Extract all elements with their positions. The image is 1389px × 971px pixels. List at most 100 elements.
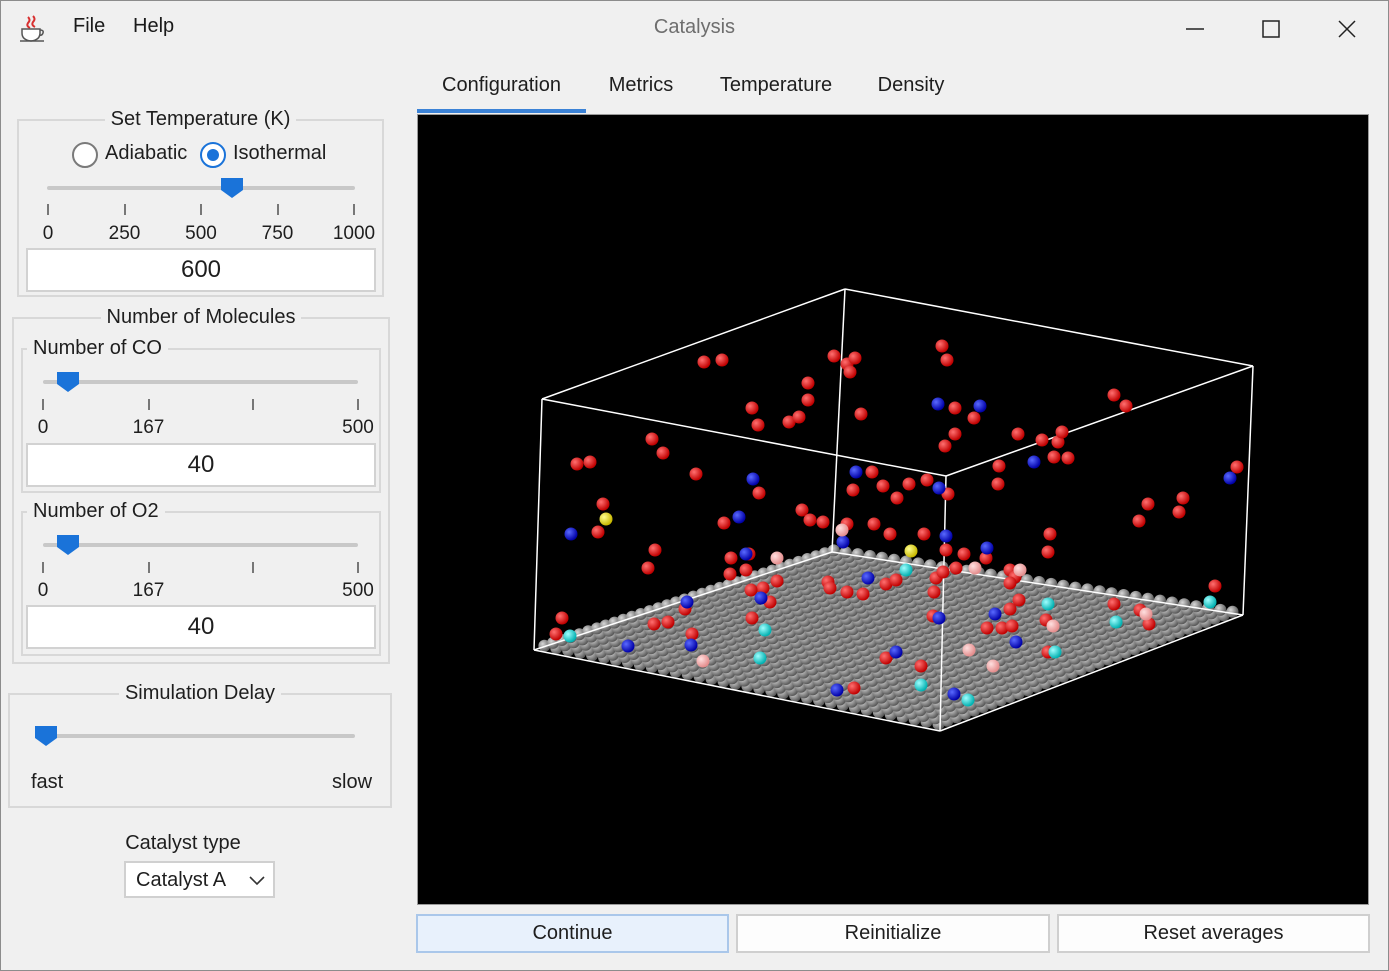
carbon-atom xyxy=(1027,455,1041,469)
surface-atom xyxy=(1141,592,1154,605)
continue-button[interactable]: Continue xyxy=(416,914,729,953)
oxygen-atom xyxy=(854,407,868,421)
adsorbed-atom-pink xyxy=(1046,619,1060,633)
temperature-tick-label: 250 xyxy=(108,223,141,244)
oxygen-atom xyxy=(889,573,903,587)
carbon-atom xyxy=(746,472,760,486)
oxygen-atom xyxy=(902,477,916,491)
reset-averages-button[interactable]: Reset averages xyxy=(1057,914,1370,953)
delay-slider-track[interactable] xyxy=(35,734,355,738)
adiabatic-radio[interactable] xyxy=(72,142,98,168)
co-tick xyxy=(357,399,359,410)
molecules-group-label: Number of Molecules xyxy=(100,306,302,328)
surface-atom xyxy=(984,568,997,581)
oxygen-atom xyxy=(1141,497,1155,511)
surface-atom xyxy=(1021,574,1033,587)
oxygen-atom xyxy=(1119,399,1133,413)
oxygen-atom xyxy=(661,615,675,629)
surface-atom xyxy=(827,544,840,557)
surface-atom xyxy=(912,557,925,570)
adsorbed-atom-cyan xyxy=(758,623,772,637)
temperature-slider-thumb[interactable] xyxy=(220,177,244,199)
co-value-field[interactable]: 40 xyxy=(26,443,376,487)
oxygen-atom xyxy=(596,497,610,511)
tab-temperature[interactable]: Temperature xyxy=(707,73,845,113)
temperature-slider-track[interactable] xyxy=(47,186,355,190)
co-tick xyxy=(252,399,255,410)
carbon-atom xyxy=(830,683,844,697)
surface-atom xyxy=(1166,596,1179,609)
oxygen-atom xyxy=(647,617,661,631)
temperature-value-field[interactable]: 600 xyxy=(26,248,376,292)
o2-tick-label: 167 xyxy=(132,580,165,601)
o2-value-field[interactable]: 40 xyxy=(26,605,376,649)
surface-atom xyxy=(1093,585,1106,598)
oxygen-atom xyxy=(645,432,659,446)
surface-atom xyxy=(1081,583,1094,596)
oxygen-atom xyxy=(1176,491,1190,505)
tab-configuration[interactable]: Configuration xyxy=(417,73,586,113)
oxygen-atom xyxy=(1172,505,1186,519)
catalyst-type-label: Catalyst type xyxy=(125,832,241,854)
menu-file[interactable]: File xyxy=(73,15,105,38)
adsorbed-atom-pink xyxy=(1013,563,1027,577)
oxygen-atom xyxy=(648,543,662,557)
adsorbed-atom-cyan xyxy=(914,678,928,692)
o2-tick xyxy=(42,562,44,573)
adsorbed-atom-pink xyxy=(696,654,710,668)
box-edge xyxy=(831,288,846,553)
close-button[interactable] xyxy=(1310,1,1386,57)
oxygen-atom xyxy=(1055,425,1069,439)
temperature-group-label: Set Temperature (K) xyxy=(104,108,297,130)
surface-atom xyxy=(1214,603,1227,616)
catalyst-selected-value: Catalyst A xyxy=(136,869,227,891)
co-slider-thumb[interactable] xyxy=(56,371,80,393)
carbon-atom xyxy=(684,638,698,652)
carbon-atom xyxy=(980,541,994,555)
tab-density[interactable]: Density xyxy=(865,73,957,113)
oxygen-atom xyxy=(1043,527,1057,541)
simulation-viewport[interactable] xyxy=(417,114,1369,905)
tab-metrics[interactable]: Metrics xyxy=(596,73,686,113)
oxygen-atom xyxy=(848,351,862,365)
co-slider-track[interactable] xyxy=(43,380,358,384)
carbon-atom xyxy=(564,527,578,541)
o2-slider-thumb[interactable] xyxy=(56,534,80,556)
oxygen-atom xyxy=(991,477,1005,491)
temperature-tick-label: 750 xyxy=(261,223,294,244)
chevron-down-icon xyxy=(249,876,265,886)
surface-atom xyxy=(1129,590,1142,603)
maximize-button[interactable] xyxy=(1234,1,1310,57)
co-tick-label: 167 xyxy=(132,417,165,438)
menu-help[interactable]: Help xyxy=(133,15,174,38)
minimize-button[interactable] xyxy=(1158,1,1234,57)
oxygen-atom xyxy=(1132,514,1146,528)
oxygen-atom xyxy=(1230,460,1244,474)
oxygen-atom xyxy=(914,659,928,673)
carbon-atom xyxy=(849,465,863,479)
isothermal-radio[interactable] xyxy=(200,142,226,168)
oxygen-atom xyxy=(927,585,941,599)
surface-atom xyxy=(1045,577,1058,590)
oxygen-atom xyxy=(935,339,949,353)
reinitialize-button[interactable]: Reinitialize xyxy=(736,914,1050,953)
box-edge xyxy=(541,288,846,400)
co-label: Number of CO xyxy=(27,337,168,359)
isothermal-label: Isothermal xyxy=(233,142,327,164)
catalyst-type-select[interactable]: Catalyst A xyxy=(124,861,275,898)
adiabatic-label: Adiabatic xyxy=(105,142,188,164)
adsorbed-atom-cyan xyxy=(961,693,975,707)
oxygen-atom xyxy=(689,467,703,481)
adsorbed-atom-cyan xyxy=(1048,645,1062,659)
adsorbed-atom-pink xyxy=(968,561,982,575)
adsorbed-atom-cyan xyxy=(1203,595,1217,609)
adsorbed-atom-cyan xyxy=(563,629,577,643)
carbon-atom xyxy=(939,529,953,543)
o2-slider-track[interactable] xyxy=(43,543,358,547)
adsorbed-atom-cyan xyxy=(899,563,913,577)
adsorbed-atom-cyan xyxy=(753,651,767,665)
maximize-icon xyxy=(1262,20,1280,38)
delay-slider-thumb[interactable] xyxy=(34,725,58,747)
oxygen-atom xyxy=(939,543,953,557)
oxygen-atom xyxy=(940,353,954,367)
